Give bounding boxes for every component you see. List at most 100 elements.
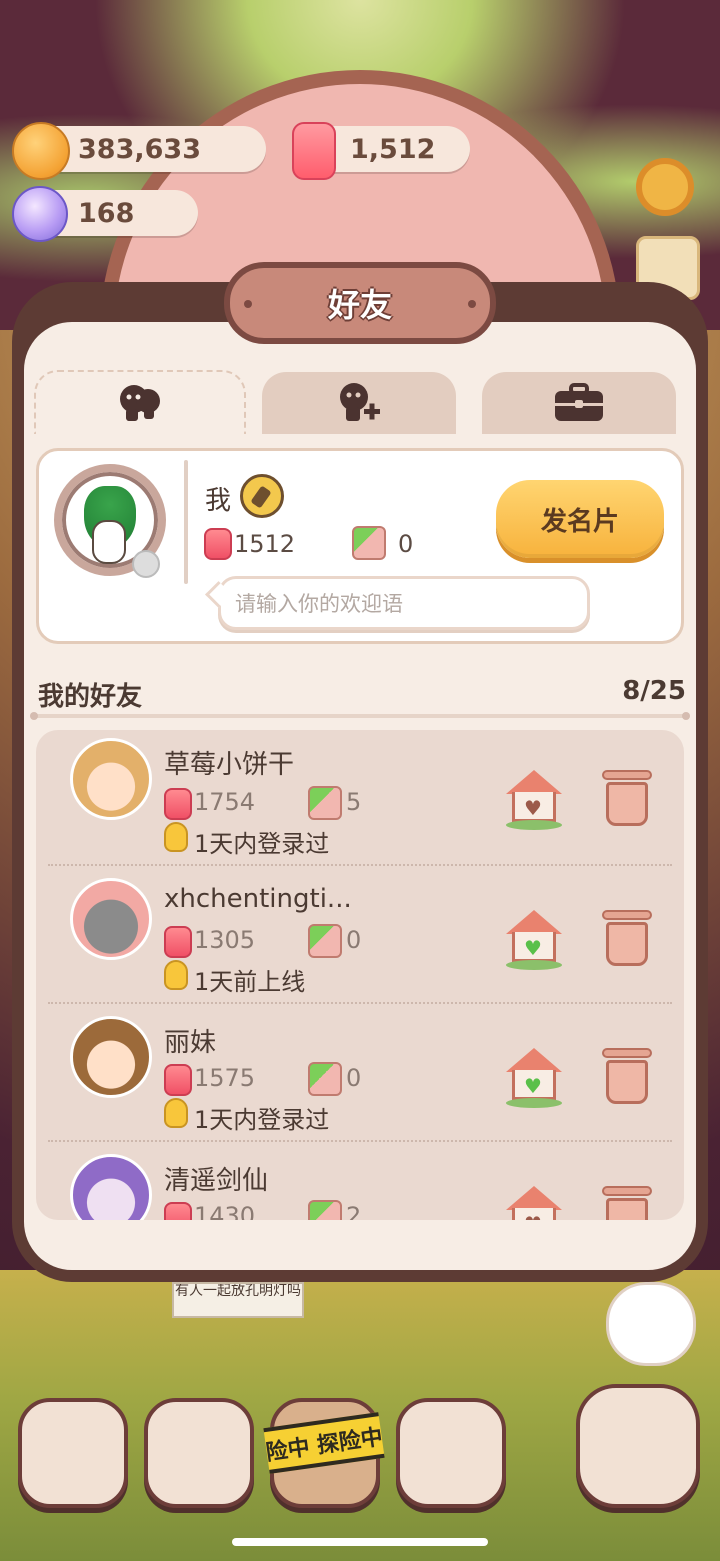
delete-friend-button[interactable]	[602, 910, 652, 966]
my-likes-count: 0	[398, 530, 414, 558]
my-friends-title: 我的好友	[38, 682, 143, 712]
like-stat-icon	[308, 1062, 342, 1096]
delete-friend-button[interactable]	[602, 770, 652, 826]
lantern-sign: 有人一起放孔明灯吗	[172, 1282, 304, 1318]
friend-likes: 5	[346, 788, 362, 816]
house-base	[506, 960, 562, 970]
candy-stat-icon	[164, 788, 192, 820]
friend-avatar[interactable]	[70, 738, 152, 820]
gem-icon	[292, 122, 336, 180]
house-base	[506, 1098, 562, 1108]
friend-likes: 0	[346, 1064, 362, 1092]
trash-icon	[606, 782, 648, 826]
gem-count: 1,512	[350, 133, 436, 165]
section-divider	[30, 712, 690, 720]
friend-avatar[interactable]	[70, 1154, 152, 1220]
friend-candy: 1430	[194, 1202, 256, 1220]
home-indicator[interactable]	[232, 1538, 488, 1546]
my-candy-count: 1512	[234, 530, 296, 558]
delete-friend-button[interactable]	[602, 1186, 652, 1220]
edit-pencil-icon[interactable]	[240, 474, 284, 518]
plate-dot-right	[468, 300, 476, 308]
candy-stat-icon	[164, 1202, 192, 1220]
candy-stat-icon	[164, 1064, 192, 1096]
welcome-placeholder: 请输入你的欢迎语	[235, 592, 403, 616]
friend-row[interactable]: 草莓小饼干 1754 5 1天内登录过 ♥	[36, 730, 684, 868]
friend-status: 1天内登录过	[194, 1106, 330, 1134]
visit-house-button[interactable]: ♥	[506, 1048, 562, 1108]
plate-dot-left	[244, 300, 252, 308]
send-card-button[interactable]: 发名片	[496, 480, 664, 558]
friend-avatar[interactable]	[70, 878, 152, 960]
trash-lid	[602, 910, 652, 920]
avatar-settings-icon[interactable]	[132, 550, 160, 578]
like-stat-icon	[308, 924, 342, 958]
trash-icon	[606, 1060, 648, 1104]
friend-candy: 1575	[194, 1064, 256, 1092]
briefcase-icon	[555, 383, 603, 421]
house-roof	[506, 1048, 562, 1072]
delete-friend-button[interactable]	[602, 1048, 652, 1104]
house-roof	[506, 770, 562, 794]
friends-list[interactable]: 草莓小饼干 1754 5 1天内登录过 ♥ xhchentingti... 13…	[36, 730, 684, 1220]
heart-icon: ♥	[524, 1214, 542, 1220]
candy-stat-icon	[164, 926, 192, 958]
friend-name: 清遥剑仙	[164, 1166, 269, 1196]
cookie-coin-icon	[12, 122, 70, 180]
shop-button[interactable]	[396, 1398, 506, 1508]
candy-count: 168	[78, 197, 135, 229]
trash-lid	[602, 770, 652, 780]
friend-candy: 1754	[194, 788, 256, 816]
add-friend-icon	[340, 383, 380, 421]
heart-icon: ♥	[524, 1074, 542, 1098]
visit-house-button[interactable]: ♥	[506, 1186, 562, 1220]
notebook-button[interactable]	[144, 1398, 254, 1508]
like-stat-icon	[308, 1200, 342, 1220]
friend-avatar[interactable]	[70, 1016, 152, 1098]
settings-gear-icon[interactable]	[636, 158, 694, 216]
friend-name: 丽妹	[164, 1028, 217, 1058]
friends-count: 8/25	[622, 676, 686, 706]
house-roof	[506, 1186, 562, 1210]
bulb-icon	[164, 1098, 188, 1128]
trash-icon	[606, 922, 648, 966]
friend-row[interactable]: 丽妹 1575 0 1天内登录过 ♥	[36, 1008, 684, 1146]
friend-likes: 2	[346, 1202, 362, 1220]
panel-title: 好友	[327, 286, 392, 324]
welcome-message-input[interactable]: 请输入你的欢迎语	[218, 576, 590, 630]
trash-lid	[602, 1048, 652, 1058]
friend-name: 草莓小饼干	[164, 750, 295, 780]
friends-icon	[120, 385, 160, 421]
tab-add-friend[interactable]	[262, 372, 456, 434]
bulb-icon	[164, 960, 188, 990]
candy-icon	[12, 186, 68, 242]
card-divider	[184, 460, 188, 584]
build-house-button[interactable]	[18, 1398, 128, 1508]
candy-stat-icon	[204, 528, 232, 560]
like-stat-icon	[308, 786, 342, 820]
like-stat-icon	[352, 526, 386, 560]
trash-icon	[606, 1198, 648, 1220]
tab-friends[interactable]	[34, 370, 246, 434]
visit-house-button[interactable]: ♥	[506, 770, 562, 830]
friend-status: 1天前上线	[194, 968, 306, 996]
trash-lid	[602, 1186, 652, 1196]
tab-briefcase[interactable]	[482, 372, 676, 434]
house-base	[506, 820, 562, 830]
heart-icon: ♥	[524, 936, 542, 960]
friend-likes: 0	[346, 926, 362, 954]
friend-row[interactable]: xhchentingti... 1305 0 1天前上线 ♥	[36, 870, 684, 1008]
pet-button[interactable]	[576, 1384, 700, 1508]
cookie-count: 383,633	[78, 133, 201, 165]
bok-choy-stem	[92, 520, 126, 564]
cat-speech-bubble-icon[interactable]	[606, 1282, 696, 1366]
panel-title-plate: 好友	[224, 262, 496, 344]
friend-row[interactable]: 清遥剑仙 1430 2 ♥	[36, 1146, 684, 1220]
my-name: 我	[205, 486, 232, 516]
bulb-icon	[164, 822, 188, 852]
house-roof	[506, 910, 562, 934]
heart-icon: ♥	[524, 796, 542, 820]
friend-status: 1天内登录过	[194, 830, 330, 858]
visit-house-button[interactable]: ♥	[506, 910, 562, 970]
friend-name: xhchentingti...	[164, 884, 352, 914]
